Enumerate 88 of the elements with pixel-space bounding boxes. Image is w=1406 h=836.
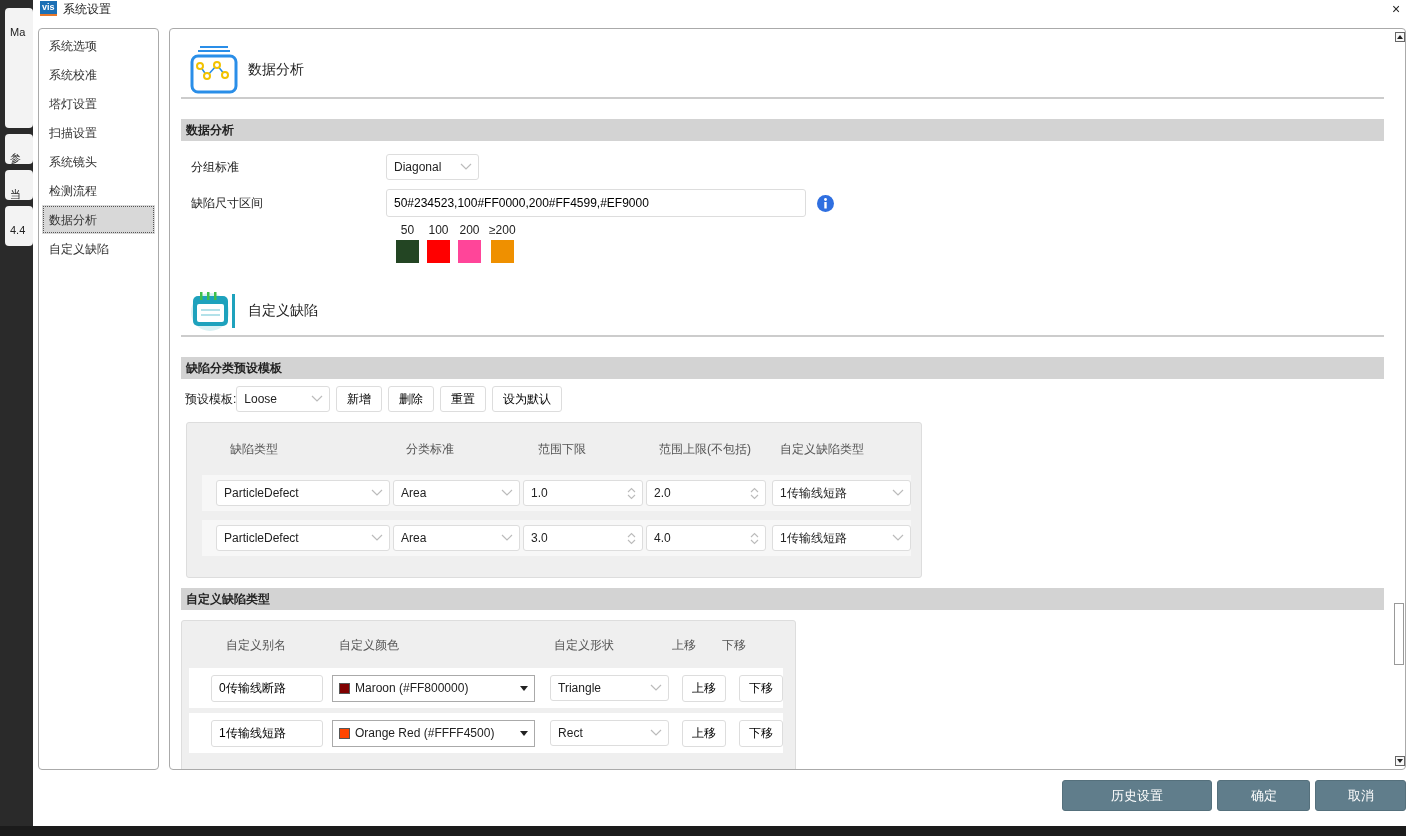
sidebar-item[interactable]: 检测流程 [42,176,155,205]
dropdown[interactable]: Loose [236,386,331,412]
app-logo: vis [40,1,57,16]
info-icon[interactable] [817,194,834,212]
number-field[interactable]: 3.0 [523,525,643,551]
input-field[interactable]: 0传输线断路 [211,674,323,702]
input-field[interactable]: 50#234523,100#FF0000,200#FF4599,#EF9000 [386,189,806,217]
sidebar-item[interactable]: 数据分析 [42,205,155,234]
color-dropdown[interactable]: Orange Red (#FFFF4500) [332,719,536,747]
field-label: 预设模板: [185,391,237,408]
number-field[interactable]: 4.0 [646,525,766,551]
column-header: 分类标准 [405,441,455,458]
column-header: 范围下限 [537,441,587,458]
move-up-button[interactable]: 上移 [682,674,726,702]
input-field[interactable]: 1传输线短路 [211,719,323,747]
column-header: 下移 [722,636,747,654]
sidebar-item[interactable]: 系统镜头 [42,147,155,176]
chevron-down-icon [371,489,383,497]
legend-label: 50 [400,222,415,239]
field-label: 缺陷尺寸区间 [191,195,264,212]
sidebar-item[interactable]: 系统校准 [42,60,155,89]
spinner-arrows-icon [627,486,636,500]
scrollbar-thumb[interactable] [1393,603,1404,665]
legend-label: 100 [428,222,449,239]
panel-title: 数据分析 [181,119,1384,141]
dropdown[interactable]: 1传输线短路 [772,525,911,551]
spinner-arrows-icon [627,531,636,545]
dialog-button[interactable]: 取消 [1315,780,1406,811]
chevron-down-icon [460,163,472,171]
dropdown[interactable]: Area [393,480,520,506]
sidebar-item[interactable]: 自定义缺陷 [42,234,155,263]
move-down-button[interactable]: 下移 [739,674,783,702]
move-down-button[interactable]: 下移 [739,719,783,747]
background-window-text: 4.4 [5,206,33,246]
column-header: 自定义颜色 [338,636,400,654]
column-header: 上移 [671,636,697,654]
dropdown[interactable]: Area [393,525,520,551]
column-header: 缺陷类型 [229,441,279,458]
chevron-down-icon [892,489,904,497]
dialog-button[interactable]: 历史设置 [1062,780,1212,811]
legend-label: ≥200 [489,222,516,239]
chart-icon [190,44,238,94]
dropdown-arrow-icon [520,685,529,691]
field-label: 分组标准 [191,159,240,176]
toolbar-button[interactable]: 删除 [388,386,435,412]
scroll-down-button[interactable] [1394,756,1405,766]
background-window-text: Ma [5,8,33,128]
dropdown[interactable]: 1传输线短路 [772,480,911,506]
section-heading: 数据分析 [248,59,304,79]
chevron-down-icon [371,534,383,542]
number-field[interactable]: 2.0 [646,480,766,506]
close-button[interactable]: × [1392,1,1406,16]
chevron-down-icon [650,684,662,692]
chevron-down-icon [650,729,662,737]
section-heading: 自定义缺陷 [248,300,318,320]
chevron-down-icon [892,534,904,542]
toolbar-button[interactable]: 新增 [336,386,383,412]
color-dropdown[interactable]: Maroon (#FF800000) [332,674,536,702]
sidebar-item[interactable]: 塔灯设置 [42,89,155,118]
dropdown[interactable]: ParticleDefect [216,480,390,506]
scroll-up-button[interactable] [1394,32,1405,42]
column-header: 自定义缺陷类型 [779,441,865,458]
number-field[interactable]: 1.0 [523,480,643,506]
dialog-button[interactable]: 确定 [1217,780,1310,811]
dropdown-arrow-icon [520,730,529,736]
panel-title: 自定义缺陷类型 [181,588,1384,610]
dropdown[interactable]: Triangle [550,675,669,701]
window-title: 系统设置 [62,0,111,18]
spinner-arrows-icon [750,486,759,500]
background-window-text: 参 [5,134,33,164]
toolbar-button[interactable]: 设为默认 [492,386,563,412]
panel-title: 缺陷分类预设模板 [181,357,1384,379]
dropdown[interactable]: ParticleDefect [216,525,390,551]
toolbar-button[interactable]: 重置 [440,386,487,412]
chevron-down-icon [311,395,324,403]
move-up-button[interactable]: 上移 [682,719,726,747]
chevron-down-icon [501,489,513,497]
column-header: 范围上限(不包括) [658,441,752,458]
sidebar-item[interactable]: 系统选项 [42,31,155,60]
spinner-arrows-icon [750,531,759,545]
legend-label: 200 [459,222,480,239]
column-header: 自定义形状 [553,636,615,654]
background-window-text: 当 [5,170,33,200]
dropdown[interactable]: Rect [550,720,669,746]
sidebar-item[interactable]: 扫描设置 [42,118,155,147]
chevron-down-icon [501,534,513,542]
column-header: 自定义别名 [225,636,287,654]
dropdown[interactable]: Diagonal [386,154,479,180]
